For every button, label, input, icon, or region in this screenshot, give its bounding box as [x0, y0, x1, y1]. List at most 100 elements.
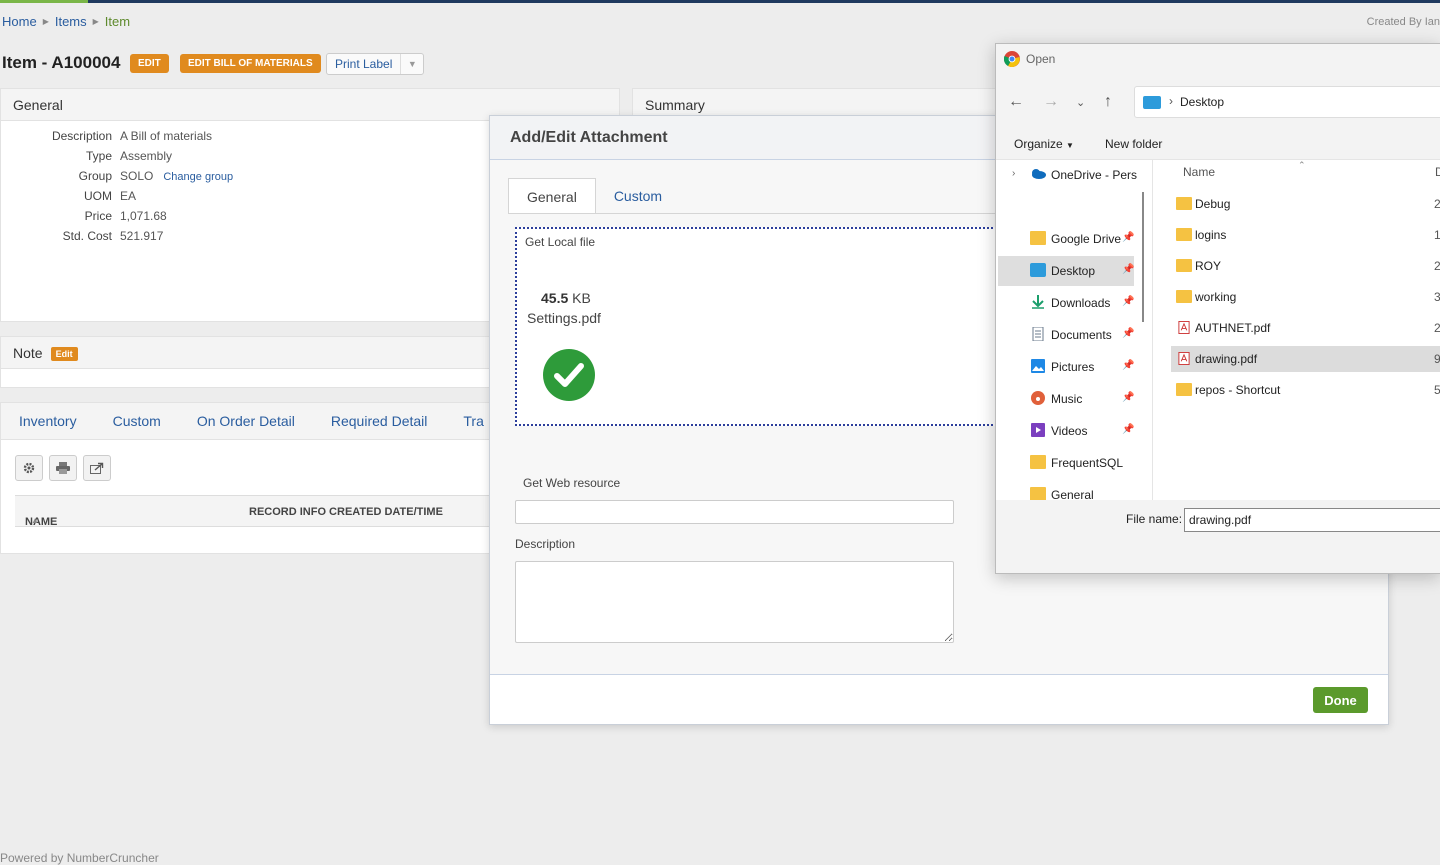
pin-icon: 📌: [1122, 392, 1135, 403]
nav-pane-scrollbar[interactable]: [1142, 192, 1144, 322]
column-header-name[interactable]: Name: [1183, 165, 1215, 179]
file-row-working[interactable]: working 3,: [1171, 284, 1440, 310]
chevron-right-icon: ▶: [92, 17, 99, 26]
field-uom: UOM EA: [84, 189, 137, 203]
folder-icon: [1176, 228, 1192, 241]
gear-icon: [23, 462, 35, 474]
chevron-right-icon: ›: [1169, 94, 1173, 108]
desktop-icon: [1030, 263, 1046, 277]
column-header-date[interactable]: D: [1435, 165, 1440, 179]
chevron-right-icon: ▶: [42, 17, 49, 26]
file-name-label: File name:: [1126, 512, 1183, 526]
new-folder-button[interactable]: New folder: [1105, 137, 1162, 151]
field-group: Group SOLO Change group: [78, 169, 234, 183]
navigation-pane: › OneDrive - Pers Google Drive 📌 Desktop…: [996, 160, 1144, 500]
onedrive-icon: [1032, 169, 1046, 179]
file-row-logins[interactable]: logins 1,: [1171, 222, 1440, 248]
printer-icon: [56, 462, 70, 474]
folder-icon: [1030, 231, 1046, 245]
done-button[interactable]: Done: [1313, 687, 1368, 713]
sort-up-icon: ⌃: [1298, 160, 1306, 170]
up-arrow-icon[interactable]: ↑: [1104, 93, 1112, 111]
pin-icon: 📌: [1122, 232, 1135, 243]
nav-item-general[interactable]: General: [998, 480, 1134, 500]
expand-chevron-icon[interactable]: ›: [1012, 168, 1015, 179]
chrome-icon: [1004, 51, 1020, 67]
nav-item-frequentsql[interactable]: FrequentSQL: [998, 448, 1134, 478]
local-file-dropzone[interactable]: Get Local file 45.5 KB Settings.pdf: [515, 227, 1005, 426]
tab-inventory[interactable]: Inventory: [1, 403, 95, 439]
recent-locations-icon[interactable]: ⌄: [1076, 96, 1085, 109]
dialog-footer: File name: drawing.pdf: [996, 500, 1440, 573]
nav-item-music[interactable]: Music 📌: [998, 384, 1134, 414]
breadcrumb-home[interactable]: Home: [2, 14, 37, 29]
note-edit-button[interactable]: Edit: [50, 347, 78, 362]
folder-icon: [1030, 455, 1046, 469]
nav-item-videos[interactable]: Videos 📌: [998, 416, 1134, 446]
breadcrumb-current: Item: [104, 14, 131, 29]
file-name-input[interactable]: drawing.pdf: [1184, 508, 1440, 532]
sort-up-icon: ▲: [31, 516, 39, 525]
top-bar: [0, 0, 1440, 3]
field-std-cost: Std. Cost 521.917: [62, 229, 164, 243]
file-row-authnet[interactable]: AUTHNET.pdf 2,: [1171, 315, 1440, 341]
page-title: Item - A100004: [2, 53, 121, 72]
file-name: Settings.pdf: [527, 310, 601, 326]
nav-item-downloads[interactable]: Downloads 📌: [998, 288, 1134, 318]
settings-button[interactable]: [15, 455, 43, 481]
file-row-debug[interactable]: Debug 2,: [1171, 191, 1440, 217]
videos-icon: [1031, 423, 1045, 437]
nav-item-google-drive[interactable]: Google Drive 📌: [998, 224, 1134, 254]
nav-item-onedrive[interactable]: › OneDrive - Pers: [998, 160, 1137, 190]
nav-item-documents[interactable]: Documents 📌: [998, 320, 1134, 350]
pin-icon: 📌: [1122, 360, 1135, 371]
file-list: ⌃ Name D Debug 2, logins 1, ROY 2, worki…: [1152, 160, 1440, 500]
note-heading: Note: [13, 345, 43, 361]
print-label-split-button[interactable]: Print Label ▼: [326, 53, 425, 75]
breadcrumb-items[interactable]: Items: [55, 14, 87, 29]
pin-icon: 📌: [1122, 424, 1135, 435]
forward-arrow-icon[interactable]: →: [1043, 93, 1059, 111]
web-resource-label: Get Web resource: [523, 476, 621, 490]
music-icon: [1031, 391, 1045, 405]
share-icon: [90, 462, 104, 474]
dialog-title: Open: [1026, 52, 1056, 66]
pin-icon: 📌: [1122, 328, 1135, 339]
created-by-text: Created By Ian: [1366, 16, 1440, 28]
pdf-icon: [1178, 321, 1190, 334]
back-arrow-icon[interactable]: ←: [1008, 93, 1024, 111]
change-group-link[interactable]: Change group: [163, 171, 233, 183]
organize-button[interactable]: Organize ▼: [1014, 137, 1074, 151]
dialog-command-bar: Organize ▼ New folder: [996, 128, 1440, 160]
nav-item-pictures[interactable]: Pictures 📌: [998, 352, 1134, 382]
file-row-repos-shortcut[interactable]: repos - Shortcut 5,: [1171, 377, 1440, 403]
edit-button[interactable]: EDIT: [130, 54, 169, 73]
folder-icon: [1176, 197, 1192, 210]
pin-icon: 📌: [1122, 296, 1135, 307]
dialog-titlebar[interactable]: Open: [996, 44, 1440, 74]
tab-custom[interactable]: Custom: [95, 403, 179, 439]
caret-down-icon[interactable]: ▼: [401, 54, 423, 74]
folder-icon: [1176, 259, 1192, 272]
documents-icon: [1032, 327, 1044, 341]
field-price: Price 1,071.68: [84, 209, 167, 223]
desktop-icon: [1143, 96, 1161, 109]
col-created-header[interactable]: RECORD INFO CREATED DATE/TIME: [249, 506, 443, 518]
tab-required-detail[interactable]: Required Detail: [313, 403, 446, 439]
address-bar[interactable]: › Desktop: [1134, 86, 1440, 118]
export-button[interactable]: [83, 455, 111, 481]
tab-on-order-detail[interactable]: On Order Detail: [179, 403, 313, 439]
modal-tab-general[interactable]: General: [508, 178, 596, 214]
description-textarea[interactable]: [515, 561, 954, 643]
file-row-drawing[interactable]: drawing.pdf 9,: [1171, 346, 1440, 372]
web-resource-input[interactable]: [515, 500, 954, 524]
caret-down-icon: ▼: [1066, 141, 1074, 150]
description-label: Description: [515, 537, 576, 551]
modal-tab-custom[interactable]: Custom: [596, 178, 680, 214]
print-label-button[interactable]: Print Label: [327, 54, 402, 74]
file-row-roy[interactable]: ROY 2,: [1171, 253, 1440, 279]
print-button[interactable]: [49, 455, 77, 481]
folder-shortcut-icon: [1176, 383, 1192, 396]
nav-item-desktop[interactable]: Desktop 📌: [998, 256, 1134, 286]
edit-bill-of-materials-button[interactable]: EDIT BILL OF MATERIALS: [180, 54, 321, 73]
